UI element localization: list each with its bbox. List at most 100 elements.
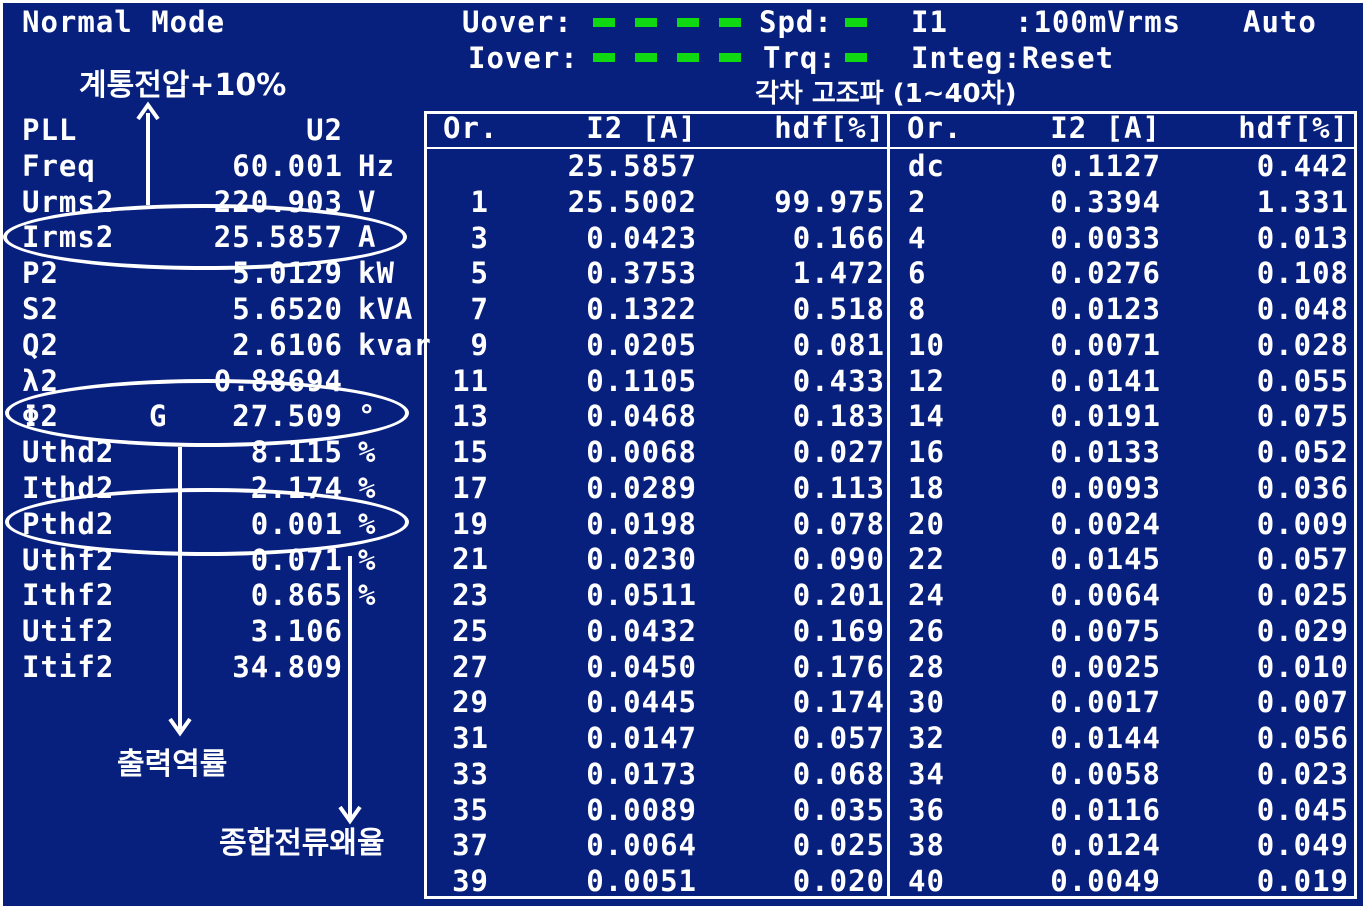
harmonic-current: 0.0017 (1050, 685, 1161, 719)
param-label: PLL (22, 113, 78, 147)
power-factor-arrow-head (168, 717, 192, 737)
harmonic-hdf: 0.055 (1256, 364, 1349, 398)
annotation-harmonics-title: 각차 고조파 (1~40차) (755, 79, 1017, 109)
harmonic-order: 19 (452, 507, 489, 541)
param-unit: % (358, 435, 377, 469)
harmonic-order: 37 (452, 828, 489, 862)
param-unit: % (358, 543, 377, 577)
harmonic-order: 13 (452, 399, 489, 433)
harmonic-order: 36 (908, 793, 945, 827)
harmonic-hdf: 0.433 (792, 364, 885, 398)
harmonic-order: 11 (452, 364, 489, 398)
harmonic-hdf: 0.081 (792, 328, 885, 362)
harmonic-current: 0.0144 (1050, 721, 1161, 755)
urms-highlight-ellipse (3, 204, 407, 270)
harmonic-current: 0.0191 (1050, 399, 1161, 433)
header-hdf-right: hdf[%] (1238, 111, 1349, 145)
harmonic-hdf: 0.048 (1256, 292, 1349, 326)
harmonic-current: 0.0141 (1050, 364, 1161, 398)
harmonic-current: 0.0064 (1050, 578, 1161, 612)
harmonic-current: 0.1105 (586, 364, 697, 398)
harmonic-hdf: 0.068 (792, 757, 885, 791)
param-unit: V (358, 185, 377, 219)
harmonic-hdf: 0.019 (1256, 864, 1349, 898)
annotation-power-factor: 출력역률 (117, 747, 228, 782)
uover-led-2 (635, 18, 657, 27)
harmonic-order: 28 (908, 650, 945, 684)
param-unit: kVA (358, 292, 414, 326)
harmonic-hdf: 0.025 (1256, 578, 1349, 612)
param-label: Itif2 (22, 650, 115, 684)
iover-led-1 (593, 53, 615, 62)
harmonic-hdf: 0.057 (1256, 542, 1349, 576)
harmonic-order: 9 (470, 328, 489, 362)
harmonic-current: 0.0058 (1050, 757, 1161, 791)
harmonic-hdf: 0.045 (1256, 793, 1349, 827)
harmonic-order: 10 (908, 328, 945, 362)
harmonic-order: 12 (908, 364, 945, 398)
harmonic-order: 33 (452, 757, 489, 791)
harmonic-hdf: 0.078 (792, 507, 885, 541)
param-unit: kW (358, 256, 395, 290)
harmonic-current: 0.0173 (586, 757, 697, 791)
harmonic-order: 21 (452, 542, 489, 576)
range-value: :100mVrms (1015, 5, 1182, 39)
param-value: 60.001 (232, 149, 343, 183)
harmonic-current: 0.0024 (1050, 507, 1161, 541)
harmonic-current: 0.0124 (1050, 828, 1161, 862)
harmonic-order: 18 (908, 471, 945, 505)
harmonic-order: 14 (908, 399, 945, 433)
uover-led-3 (677, 18, 699, 27)
harmonic-current: 0.0511 (586, 578, 697, 612)
header-hdf-left: hdf[%] (774, 111, 885, 145)
harmonic-hdf: 0.090 (792, 542, 885, 576)
param-label: S2 (22, 292, 59, 326)
harmonic-current: 0.0445 (586, 685, 697, 719)
harmonic-hdf: 0.108 (1256, 256, 1349, 290)
harmonic-order: 29 (452, 685, 489, 719)
iover-led-4 (719, 53, 741, 62)
mode-label: Normal Mode (22, 5, 226, 39)
harmonic-order: 1 (470, 185, 489, 219)
harmonic-current: 0.1322 (586, 292, 697, 326)
harmonic-hdf: 0.113 (792, 471, 885, 505)
harmonic-current: 0.0468 (586, 399, 697, 433)
harmonic-order: 35 (452, 793, 489, 827)
harmonic-hdf: 0.013 (1256, 221, 1349, 255)
header-current-right: I2 [A] (1050, 111, 1161, 145)
harmonic-current: 25.5857 (567, 149, 697, 183)
harmonic-current: 0.0432 (586, 614, 697, 648)
harmonic-current: 0.0450 (586, 650, 697, 684)
harmonic-current: 0.0071 (1050, 328, 1161, 362)
harmonic-order: 16 (908, 435, 945, 469)
harmonic-hdf: 0.201 (792, 578, 885, 612)
harmonic-order: 30 (908, 685, 945, 719)
harmonic-current: 0.0145 (1050, 542, 1161, 576)
param-value: 5.6520 (232, 292, 343, 326)
iover-led-2 (635, 53, 657, 62)
harmonic-order: 24 (908, 578, 945, 612)
harmonic-hdf: 0.009 (1256, 507, 1349, 541)
uover-led-1 (593, 18, 615, 27)
harmonic-hdf: 0.518 (792, 292, 885, 326)
harmonic-current: 0.0049 (1050, 864, 1161, 898)
annotation-current-thd: 종합전류왜율 (219, 826, 385, 861)
harmonic-hdf: 0.028 (1256, 328, 1349, 362)
harmonic-current: 0.1127 (1050, 149, 1161, 183)
harmonic-current: 0.0123 (1050, 292, 1161, 326)
harmonic-order: 17 (452, 471, 489, 505)
param-unit: Hz (358, 149, 395, 183)
harmonic-current: 0.0147 (586, 721, 697, 755)
voltage-arrow-line (146, 113, 150, 205)
harmonic-hdf: 0.035 (792, 793, 885, 827)
harmonic-current: 0.0116 (1050, 793, 1161, 827)
header-current-left: I2 [A] (586, 111, 697, 145)
harmonic-current: 0.0025 (1050, 650, 1161, 684)
param-unit: % (358, 578, 377, 612)
harmonic-current: 0.0133 (1050, 435, 1161, 469)
harmonic-current: 0.0423 (586, 221, 697, 255)
header-order-left: Or. (443, 111, 499, 145)
param-label: Ithf2 (22, 578, 115, 612)
integ-status: Integ:Reset (911, 41, 1115, 75)
harmonic-hdf: 1.331 (1256, 185, 1349, 219)
